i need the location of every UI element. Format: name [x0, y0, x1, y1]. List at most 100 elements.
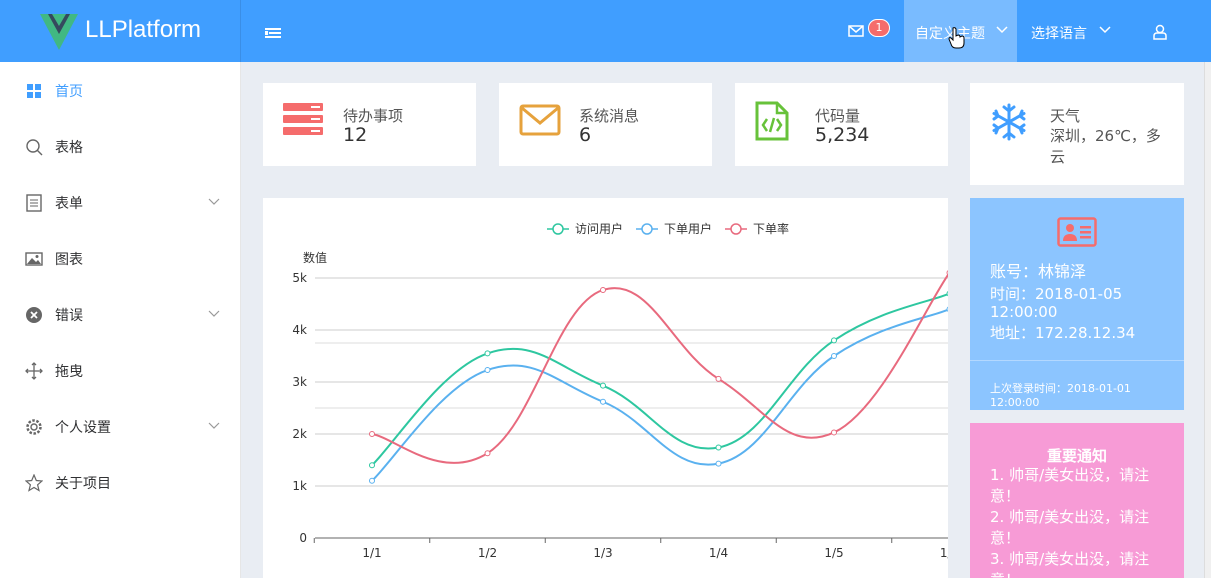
stat-title: 系统消息: [579, 107, 640, 125]
messages-card[interactable]: 系统消息 6: [499, 83, 712, 166]
mail-icon[interactable]: [848, 24, 864, 38]
app-title: LLPlatform: [85, 16, 202, 43]
legend-label: 下单用户: [664, 221, 712, 236]
chevron-down-icon: [208, 422, 220, 429]
sidebar: 首页 表格 表单 图表 错误 拖曳 个人设置 关于项目: [0, 62, 241, 578]
x-tick-label: 1/6: [940, 546, 948, 560]
stat-title: 待办事项: [343, 107, 404, 125]
logo-area: LLPlatform: [0, 0, 241, 62]
sidebar-item-table[interactable]: 表格: [0, 118, 240, 174]
chevron-down-icon: [208, 310, 220, 317]
y-axis-label: 数值: [303, 250, 327, 265]
top-navbar: LLPlatform 1 自定义主题 选择语言: [0, 0, 1211, 62]
todo-card[interactable]: 待办事项 12: [263, 83, 476, 166]
chart-card: 数值 0 1k 2k 3k 4k 5k 1/1 1/2 1/3 1/4 1/5 1/6 访问用户 下单用户 下…: [263, 198, 948, 578]
data-point: [600, 382, 606, 389]
code-file-icon: [755, 101, 789, 141]
data-point: [715, 460, 722, 467]
sidebar-item-label: 表单: [55, 196, 83, 212]
page-scrollbar[interactable]: [1204, 62, 1211, 578]
chevron-down-icon: [208, 198, 220, 205]
account-text: 账号：林锦泽: [990, 262, 1087, 281]
y-tick-label: 4k: [292, 323, 307, 337]
legend-marker-circle: [552, 223, 564, 235]
notice-title: 重要通知: [1046, 447, 1107, 465]
image-icon: [25, 252, 43, 266]
language-menu-label: 选择语言: [1031, 26, 1087, 42]
sidebar-item-label: 个人设置: [55, 420, 111, 436]
last-login-date: 上次登录时间：2018-01-01: [990, 382, 1131, 395]
weather-card[interactable]: 天气 深圳，26℃，多云: [970, 83, 1184, 185]
sidebar-item-chart[interactable]: 图表: [0, 230, 240, 286]
vue-logo-icon: [40, 14, 78, 50]
data-point: [369, 431, 375, 437]
id-card-icon: [1057, 217, 1097, 247]
sidebar-item-label: 表格: [55, 140, 83, 156]
sidebar-item-drag[interactable]: 拖曳: [0, 342, 240, 398]
data-point: [369, 462, 375, 469]
envelope-icon: [519, 104, 561, 136]
sidebar-item-error[interactable]: 错误: [0, 286, 240, 342]
data-point: [715, 444, 722, 451]
sidebar-item-label: 图表: [55, 252, 83, 268]
document-icon: [26, 194, 42, 212]
data-point: [369, 477, 375, 484]
data-point: [946, 270, 948, 276]
divider: [970, 360, 1184, 361]
data-point: [484, 450, 491, 457]
stat-value: 5,234: [815, 124, 870, 146]
grid-icon: [27, 84, 41, 98]
data-point: [600, 398, 606, 405]
stat-title: 代码量: [815, 107, 861, 125]
language-menu[interactable]: 选择语言: [1017, 0, 1125, 62]
sidebar-item-about[interactable]: 关于项目: [0, 454, 240, 510]
x-tick-label: 1/1: [362, 546, 381, 560]
time-value: 12:00:00: [990, 303, 1058, 321]
data-point: [831, 353, 837, 359]
error-circle-icon: [26, 307, 42, 323]
user-info-card: 账号：林锦泽 时间：2018-01-05 12:00:00 地址：172.28.…: [970, 198, 1184, 410]
data-point: [831, 337, 837, 344]
sidebar-item-label: 首页: [55, 84, 83, 100]
star-icon: [25, 474, 43, 492]
notice-list: 1. 帅哥/美女出没，请注意！ 2. 帅哥/美女出没，请注意！ 3. 帅哥/美女…: [990, 465, 1170, 578]
sidebar-item-label: 错误: [55, 308, 83, 324]
notice-card: 重要通知 1. 帅哥/美女出没，请注意！ 2. 帅哥/美女出没，请注意！ 3. …: [970, 423, 1184, 578]
menu-toggle-icon[interactable]: [265, 27, 281, 39]
code-card[interactable]: 代码量 5,234: [735, 83, 948, 166]
stat-value: 6: [579, 124, 592, 146]
x-tick-label: 1/2: [478, 546, 497, 560]
notice-item: 1. 帅哥/美女出没，请注意！: [990, 466, 1150, 505]
y-tick-label: 3k: [292, 375, 307, 389]
notice-item: 2. 帅哥/美女出没，请注意！: [990, 508, 1150, 547]
mail-badge: 1: [868, 19, 890, 37]
data-point: [831, 429, 837, 436]
data-point: [946, 306, 948, 312]
move-icon: [25, 362, 43, 380]
search-icon: [26, 139, 43, 156]
weather-title: 天气: [1050, 107, 1081, 125]
sidebar-item-home[interactable]: 首页: [0, 62, 240, 118]
sidebar-item-label: 关于项目: [55, 476, 111, 492]
series-line: [371, 308, 948, 482]
legend-label: 下单率: [753, 221, 789, 236]
line-chart: 数值 0 1k 2k 3k 4k 5k 1/1 1/2 1/3 1/4 1/5 1/6 访问用户 下单用户 下…: [292, 221, 948, 560]
y-tick-label: 5k: [292, 271, 307, 285]
hand-cursor-icon: [948, 27, 965, 49]
last-login-text: 上次登录时间：2018-01-01 12:00:00: [990, 382, 1180, 410]
y-tick-label: 2k: [292, 427, 307, 441]
y-tick-label: 1k: [292, 479, 307, 493]
data-point: [946, 291, 948, 297]
user-icon[interactable]: [1153, 24, 1167, 40]
weather-description: 深圳，26℃，多云: [1050, 127, 1161, 166]
notice-item: 3. 帅哥/美女出没，请注意！: [990, 550, 1150, 578]
y-tick-label: 0: [299, 531, 307, 545]
series-line: [371, 293, 948, 466]
legend-label: 访问用户: [575, 221, 623, 236]
chevron-down-icon: [996, 26, 1008, 34]
sidebar-item-form[interactable]: 表单: [0, 174, 240, 230]
sidebar-item-settings[interactable]: 个人设置: [0, 398, 240, 454]
data-point: [715, 375, 722, 382]
last-login-time: 12:00:00: [990, 396, 1040, 409]
sidebar-item-label: 拖曳: [55, 364, 83, 380]
